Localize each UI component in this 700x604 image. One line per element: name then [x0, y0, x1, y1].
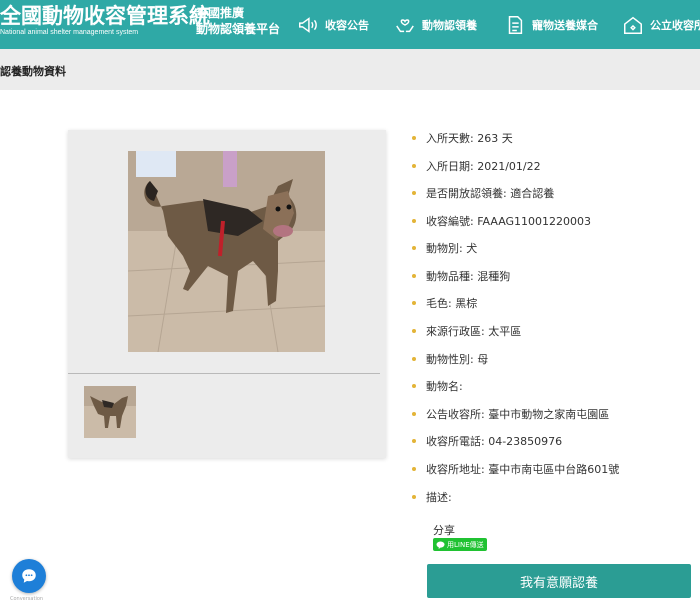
nav-item-announcements[interactable]: 收容公告 — [297, 0, 369, 49]
bullet — [412, 219, 416, 223]
line-share-button[interactable]: 用LINE傳送 — [433, 538, 487, 551]
info-value: FAAAG11001220003 — [477, 214, 592, 228]
chat-caption: Conversation — [10, 596, 44, 602]
bullet — [412, 439, 416, 443]
line-share-label: 用LINE傳送 — [447, 540, 484, 549]
nav-item-public-shelters[interactable]: 公立收容所 — [622, 0, 700, 49]
nav-item-pet-rehoming[interactable]: 寵物送養媒合 — [504, 0, 598, 49]
slogan-line-2: 動物認領養平台 — [196, 22, 281, 36]
line-chat-icon — [436, 540, 445, 549]
info-row-source-district: 來源行政區: 太平區 — [412, 323, 521, 339]
info-row-phone: 收容所電話: 04-23850976 — [412, 433, 562, 449]
nav-label: 收容公告 — [325, 18, 369, 32]
info-row-description: 描述: — [412, 489, 455, 505]
info-label: 動物別: — [426, 242, 463, 255]
info-row-days: 入所天數: 263 天 — [412, 130, 513, 146]
hands-heart-icon — [396, 18, 414, 32]
info-label: 動物性別: — [426, 353, 474, 366]
brand-subtitle: National animal shelter management syste… — [0, 29, 139, 36]
animal-photo-thumbnail[interactable] — [84, 386, 136, 438]
house-icon — [624, 16, 642, 34]
info-row-shelter: 公告收容所: 臺中市動物之家南屯園區 — [412, 406, 609, 422]
info-label: 收容編號: — [426, 215, 474, 228]
animal-photo[interactable] — [128, 151, 325, 352]
document-icon — [508, 15, 523, 34]
site-logo[interactable]: 全國動物收容管理系統 National animal shelter manag… — [0, 4, 210, 37]
info-row-address: 收容所地址: 臺中市南屯區中台路601號 — [412, 461, 619, 477]
info-value: 適合認養 — [510, 187, 555, 200]
slogan-line-1: 全國推廣 — [196, 6, 245, 20]
info-value: 263 天 — [477, 132, 513, 145]
chat-button[interactable] — [12, 559, 46, 593]
info-label: 收容所地址: — [426, 463, 485, 476]
info-value: 母 — [477, 353, 489, 366]
bullet — [412, 164, 416, 168]
info-value[interactable]: 04-23850976 — [488, 435, 562, 448]
bullet — [412, 384, 416, 388]
bullet — [412, 301, 416, 305]
bullet — [412, 329, 416, 333]
top-header: 全國動物收容管理系統 National animal shelter manag… — [0, 0, 700, 49]
section-bar: 認養動物資料 — [0, 49, 700, 90]
info-value: 混種狗 — [477, 270, 511, 283]
bullet — [412, 495, 416, 499]
info-row-shelter-id: 收容編號: FAAAG11001220003 — [412, 213, 591, 229]
share-label: 分享 — [433, 524, 455, 537]
info-row-coat-color: 毛色: 黑棕 — [412, 295, 477, 311]
info-row-sex: 動物性別: 母 — [412, 351, 488, 367]
bullet — [412, 246, 416, 250]
bullet — [412, 136, 416, 140]
info-label: 描述: — [426, 491, 452, 504]
info-value: 犬 — [466, 242, 478, 255]
gallery-divider — [68, 373, 380, 374]
bullet — [412, 357, 416, 361]
info-value: 黑棕 — [455, 297, 478, 310]
info-row-species: 動物別: 犬 — [412, 240, 477, 256]
info-row-adoptable: 是否開放認領養: 適合認養 — [412, 185, 554, 201]
adopt-button[interactable]: 我有意願認養 — [427, 564, 691, 598]
info-label: 入所日期: — [426, 160, 474, 173]
nav-label: 動物認領養 — [422, 18, 477, 32]
info-label: 收容所電話: — [426, 435, 485, 448]
nav-label: 公立收容所 — [650, 18, 700, 32]
nav-label: 寵物送養媒合 — [532, 18, 598, 32]
info-label: 毛色: — [426, 297, 452, 310]
info-value: 臺中市南屯區中台路601號 — [488, 463, 620, 476]
info-label: 來源行政區: — [426, 325, 485, 338]
info-row-intake-date: 入所日期: 2021/01/22 — [412, 158, 541, 174]
slogan: 全國推廣 動物認領養平台 — [196, 5, 280, 37]
bullet — [412, 467, 416, 471]
megaphone-icon — [299, 16, 317, 33]
info-label: 動物名: — [426, 380, 463, 393]
info-label: 入所天數: — [426, 132, 474, 145]
info-value: 太平區 — [488, 325, 522, 338]
info-label: 動物品種: — [426, 270, 474, 283]
info-value: 臺中市動物之家南屯園區 — [488, 408, 610, 421]
info-label: 公告收容所: — [426, 408, 485, 421]
bullet — [412, 274, 416, 278]
bullet — [412, 191, 416, 195]
photo-gallery — [68, 130, 386, 458]
info-label: 是否開放認領養: — [426, 187, 507, 200]
info-value: 2021/01/22 — [477, 159, 541, 173]
brand-title: 全國動物收容管理系統 — [0, 4, 210, 28]
page-title: 認養動物資料 — [0, 65, 66, 78]
info-row-name: 動物名: — [412, 378, 466, 394]
chat-bubble-icon — [22, 569, 36, 583]
info-row-breed: 動物品種: 混種狗 — [412, 268, 510, 284]
nav-item-adoption[interactable]: 動物認領養 — [394, 0, 477, 49]
bullet — [412, 412, 416, 416]
